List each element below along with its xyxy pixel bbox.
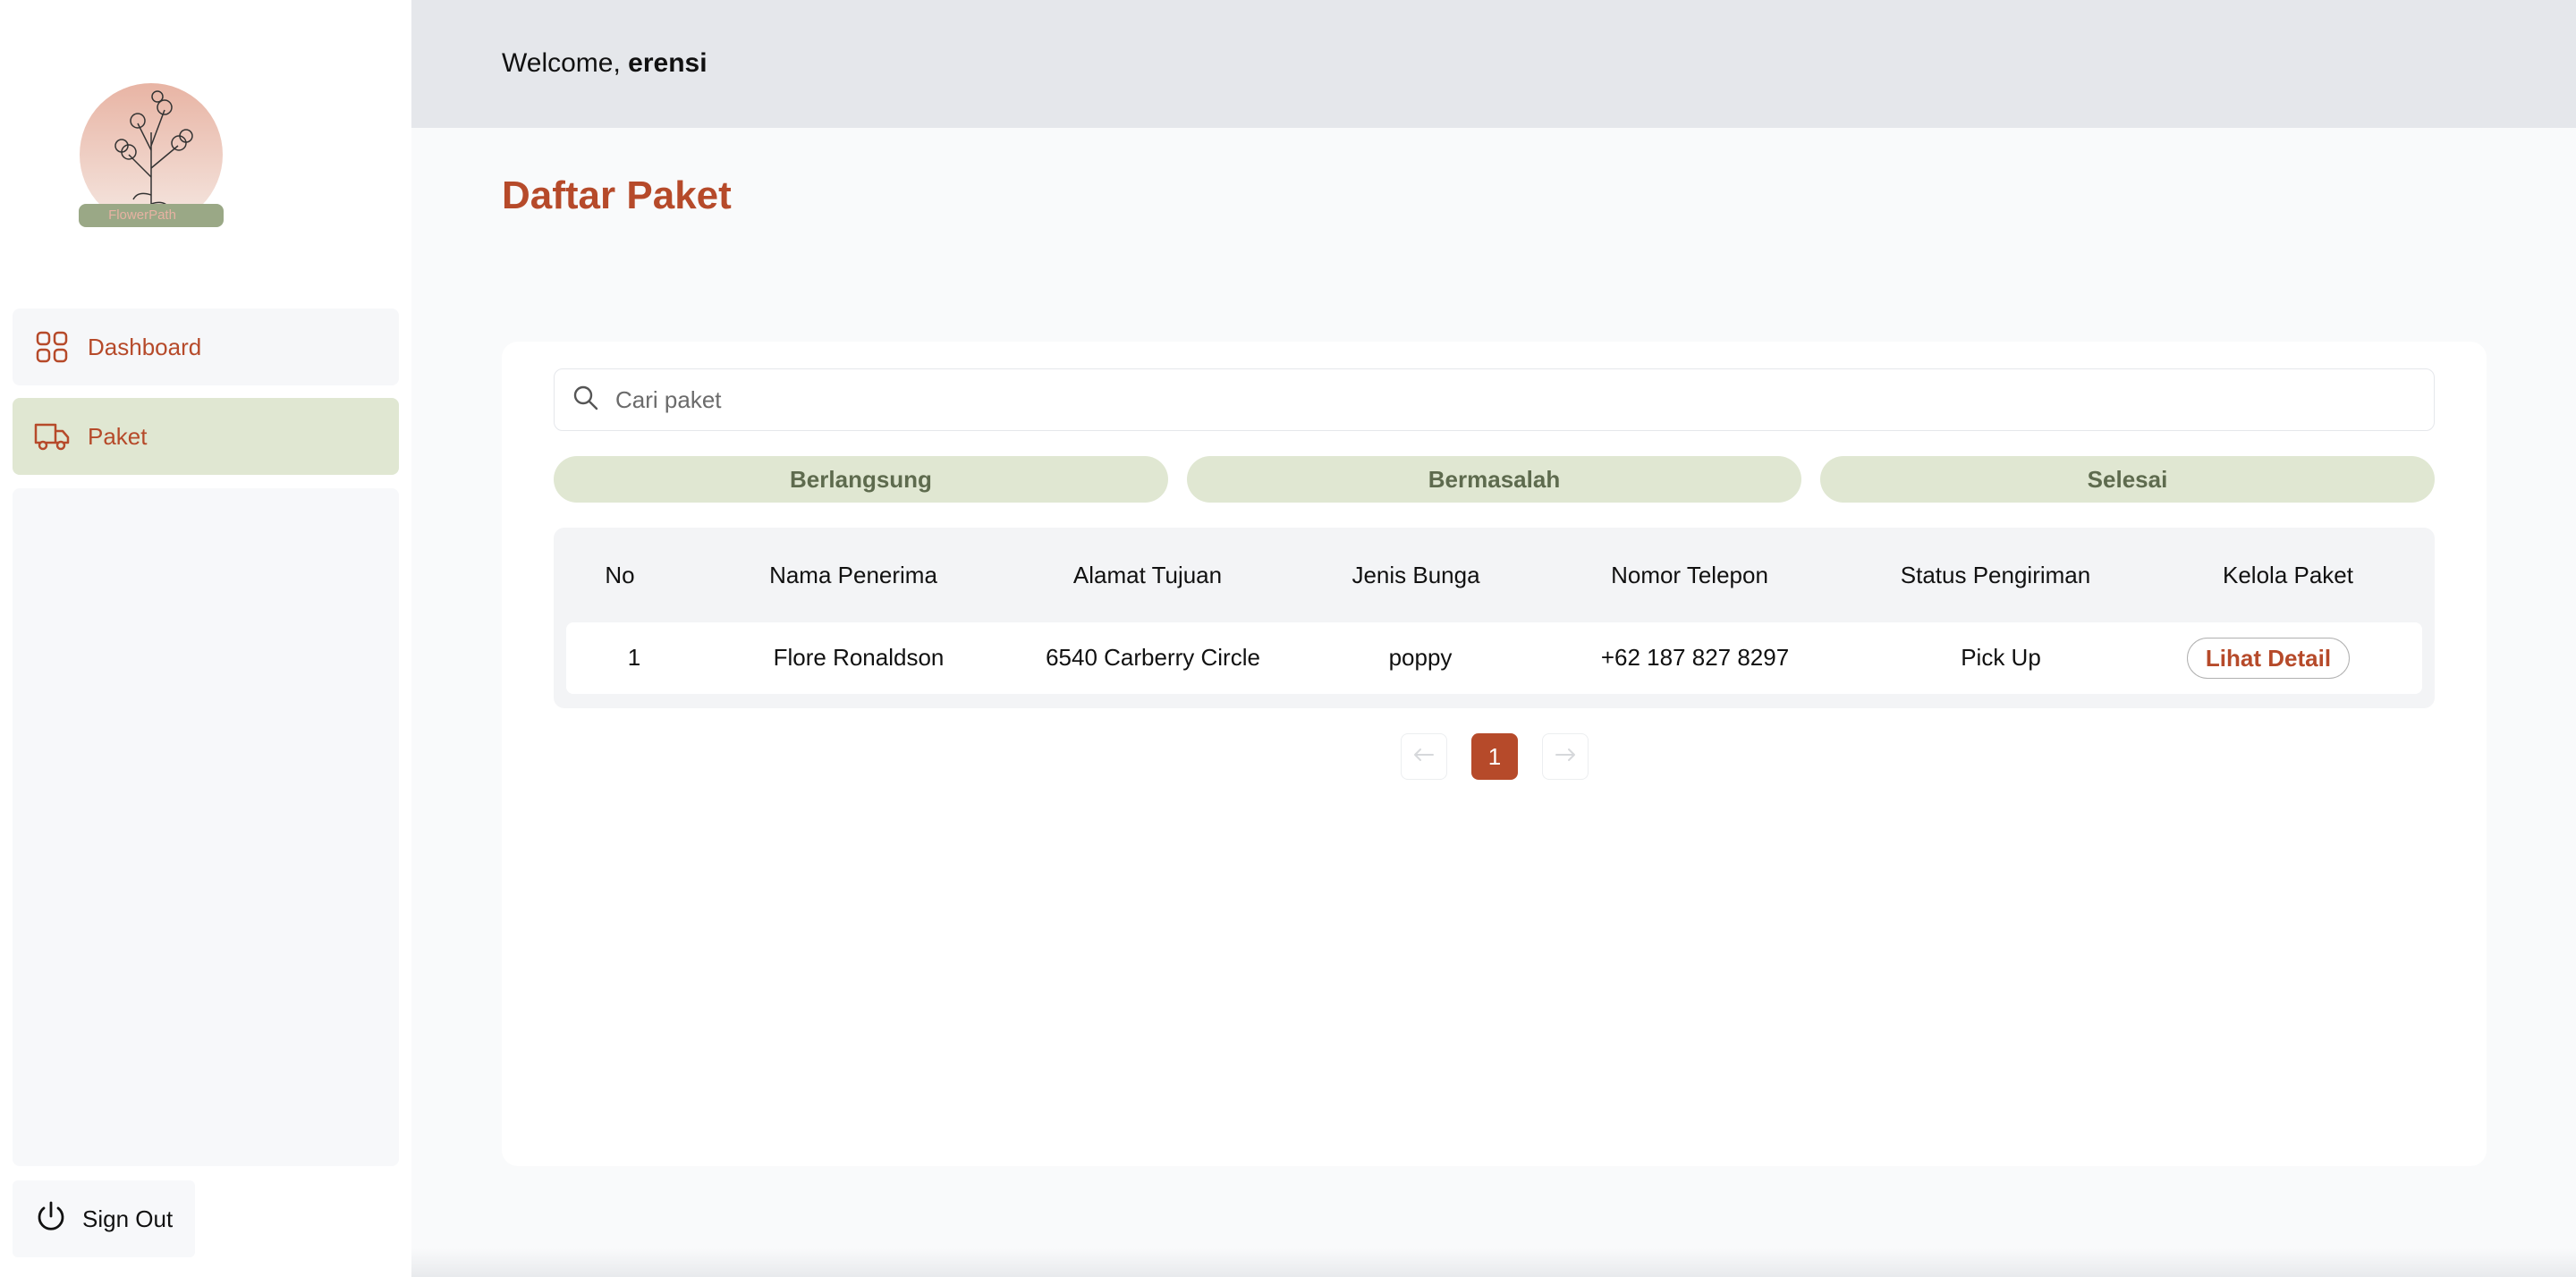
arrow-left-icon [1413, 748, 1435, 766]
truck-icon [34, 419, 70, 454]
filter-selesai-button[interactable]: Selesai [1820, 456, 2435, 503]
sidebar-empty-area [13, 488, 399, 1166]
cell-nomor-telepon: +62 187 827 8297 [1600, 644, 1790, 671]
bottom-shadow [411, 1248, 2576, 1277]
top-header: Welcome, erensi [411, 0, 2576, 128]
cell-status-pengiriman: Pick Up [1961, 644, 2041, 671]
cell-nama-penerima: Flore Ronaldson [773, 644, 945, 671]
sidebar-nav: Dashboard Paket [13, 309, 399, 487]
sign-out-button[interactable]: Sign Out [13, 1180, 195, 1257]
lihat-detail-button[interactable]: Lihat Detail [2187, 638, 2350, 679]
column-header-alamat-tujuan: Alamat Tujuan [1072, 562, 1223, 588]
sidebar-item-dashboard[interactable]: Dashboard [13, 309, 399, 385]
column-header-nomor-telepon: Nomor Telepon [1611, 562, 1768, 588]
sign-out-label: Sign Out [82, 1205, 174, 1232]
sidebar-item-paket[interactable]: Paket [13, 398, 399, 475]
power-icon [34, 1200, 68, 1239]
arrow-right-icon [1555, 748, 1576, 766]
welcome-message: Welcome, erensi [502, 48, 708, 79]
column-header-no: No [605, 562, 635, 588]
search-bar[interactable] [554, 368, 2435, 431]
table-row: 1 Flore Ronaldson 6540 Carberry Circle p… [566, 622, 2422, 694]
pagination-next-button[interactable] [1542, 733, 1589, 780]
dashboard-grid-icon [34, 329, 70, 365]
filter-berlangsung-button[interactable]: Berlangsung [554, 456, 1168, 503]
cell-jenis-bunga: poppy [1388, 644, 1453, 671]
column-header-kelola-paket: Kelola Paket [2223, 562, 2353, 588]
page-title: Daftar Paket [502, 173, 732, 217]
sidebar: FlowerPath Dashboard Paket Sign Out [0, 0, 411, 1277]
flowerpath-logo: FlowerPath [75, 70, 227, 231]
cell-no: 1 [627, 644, 641, 671]
paket-table: No Nama Penerima Alamat Tujuan Jenis Bun… [554, 528, 2435, 708]
column-header-jenis-bunga: Jenis Bunga [1352, 562, 1480, 588]
filter-bermasalah-button[interactable]: Bermasalah [1187, 456, 1801, 503]
sidebar-item-label: Dashboard [88, 333, 202, 360]
filter-tabs: Berlangsung Bermasalah Selesai [554, 456, 2435, 503]
username: erensi [628, 48, 708, 78]
search-input[interactable] [615, 385, 2315, 414]
logo-text: FlowerPath [108, 207, 176, 223]
column-header-status-pengiriman: Status Pengiriman [1900, 562, 2091, 588]
sidebar-item-label: Paket [88, 422, 148, 450]
welcome-prefix: Welcome, [502, 48, 629, 78]
search-icon [572, 385, 599, 416]
paket-card: Berlangsung Bermasalah Selesai No Nama P… [502, 342, 2487, 1166]
table-header: No Nama Penerima Alamat Tujuan Jenis Bun… [554, 528, 2435, 622]
cell-alamat-tujuan: 6540 Carberry Circle [1046, 644, 1260, 671]
column-header-nama-penerima: Nama Penerima [769, 562, 937, 588]
pagination-prev-button[interactable] [1401, 733, 1447, 780]
pagination-page-current[interactable]: 1 [1471, 733, 1518, 780]
